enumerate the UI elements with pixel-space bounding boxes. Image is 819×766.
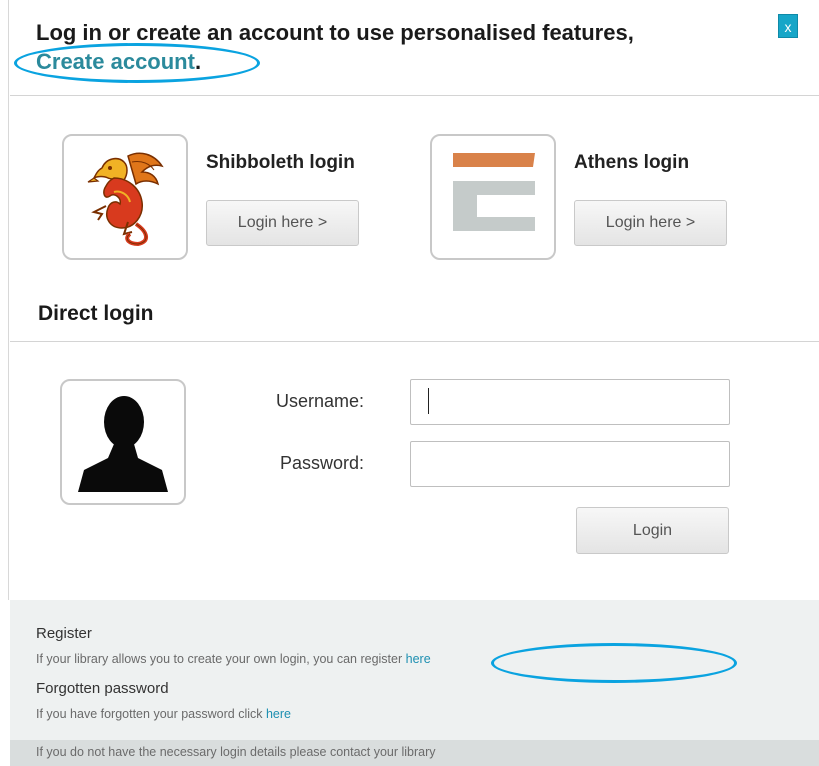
register-text: If your library allows you to create you… — [36, 652, 431, 666]
text-cursor — [428, 388, 429, 414]
login-button[interactable]: Login — [576, 507, 729, 554]
athens-login-button[interactable]: Login here > — [574, 200, 727, 246]
forgotten-password-link[interactable]: here — [266, 707, 291, 721]
login-header: Log in or create an account to use perso… — [14, 18, 736, 83]
athens-logo-icon — [453, 153, 535, 231]
forgotten-password-text: If you have forgotten your password clic… — [36, 707, 291, 721]
forgotten-password-body: If you have forgotten your password clic… — [36, 707, 266, 721]
athens-title: Athens login — [574, 152, 690, 173]
forgotten-password-title: Forgotten password — [36, 680, 169, 697]
direct-login-title: Direct login — [38, 302, 154, 325]
password-input[interactable] — [410, 441, 730, 487]
contact-bar: If you do not have the necessary login d… — [10, 740, 819, 766]
contact-text: If you do not have the necessary login d… — [36, 745, 436, 759]
shibboleth-griffin-icon — [87, 152, 164, 246]
shibboleth-title: Shibboleth login — [206, 152, 355, 173]
shibboleth-logo-box — [62, 134, 188, 260]
athens-logo-box — [430, 134, 556, 260]
highlight-ellipse-create-account — [14, 43, 260, 83]
user-silhouette-icon — [78, 396, 168, 492]
close-button[interactable]: x — [778, 14, 798, 38]
register-link[interactable]: here — [406, 652, 431, 666]
direct-login-divider — [10, 341, 819, 342]
username-input[interactable] — [410, 379, 730, 425]
header-divider — [10, 95, 819, 96]
create-account-row: Create account. — [14, 43, 260, 83]
register-title: Register — [36, 625, 92, 642]
left-border — [8, 0, 9, 600]
register-text-body: If your library allows you to create you… — [36, 652, 406, 666]
shibboleth-login-button[interactable]: Login here > — [206, 200, 359, 246]
avatar-box — [60, 379, 186, 505]
username-label: Username: — [275, 391, 364, 411]
password-label: Password: — [279, 453, 364, 473]
highlight-ellipse-register — [491, 643, 737, 683]
